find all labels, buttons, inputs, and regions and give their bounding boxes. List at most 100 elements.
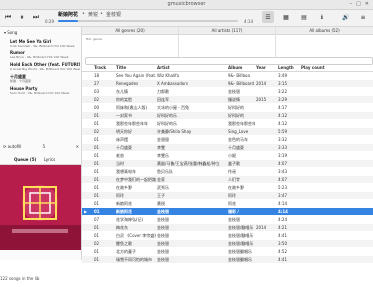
now-playing-artist[interactable]: 黄锐 [88, 11, 98, 18]
cell-length: 4:41 [278, 233, 287, 238]
table-row[interactable]: 01 我那些年那些年年 好科好的乐 我那些年那些年 4:12 [82, 120, 373, 127]
cell-title: See You Again (feat. Ch [116, 73, 156, 78]
cell-album: 金枝银翻唱乐 [228, 257, 252, 262]
table-row[interactable]: 01 在故乡野 武秀乐 在故乡野 5:23 [82, 184, 373, 191]
table-row[interactable]: 01 床声摆 金银银 金色的马车 3:32 [82, 136, 373, 143]
cell-album: 作谣 [228, 169, 236, 174]
cell-track: 01 [94, 177, 100, 182]
cell-artist: 金枝银 [157, 241, 169, 246]
table-row[interactable]: 01 梅花东 金枝银 金枝银/翻唱乐 2014 4:21 [82, 224, 373, 231]
table-row[interactable]: 01 老爸 李雯乐 小妮 3:19 [82, 152, 373, 159]
queue-item[interactable]: House Party Sam Hunt - 9&- Billboard Hot… [10, 86, 80, 96]
cell-track: 01 [94, 113, 100, 118]
volume-icon[interactable]: 🔊 [340, 11, 352, 23]
col-track[interactable]: Track [94, 65, 106, 70]
menu-icon[interactable]: ≡ [357, 11, 369, 23]
artist-pane[interactable]: All artists (117) [179, 27, 276, 57]
table-row[interactable]: ▶ 01 新娘阿花 金枝银 福彩 / 4:14 [82, 208, 373, 215]
table-row[interactable]: 01 新娘阿花 黄锐 阿花 4:14 [82, 200, 373, 207]
col-artist[interactable]: Artist [157, 65, 170, 70]
cell-album: 盒子歌 [228, 161, 240, 166]
col-year[interactable]: Year [256, 65, 266, 70]
col-album[interactable]: Album [228, 65, 242, 70]
cell-artist: 李雯乐 [157, 153, 169, 158]
pause-icon[interactable]: ⏸ [17, 12, 27, 22]
cell-year: 2014 [256, 225, 267, 230]
next-icon[interactable]: ⏭ [31, 12, 41, 22]
table-row[interactable]: 03 东儿情 刀郎歌 金枝银 3:22 [82, 88, 373, 95]
details-view-icon[interactable]: ▤ [298, 11, 310, 23]
autofill-dropdown[interactable]: autofill [8, 144, 22, 149]
cell-artist: 刀郎歌 [157, 89, 169, 94]
close-icon[interactable]: ✕ [365, 0, 369, 9]
table-row[interactable]: 01 十月盛夏 李雯 十月盛夏 3:33 [82, 144, 373, 151]
maximize-icon[interactable]: □ [356, 0, 361, 9]
info-icon[interactable]: ℹ [316, 11, 328, 23]
cell-length: 4:24 [278, 217, 287, 222]
tab-queue[interactable]: Queue (5) [14, 157, 36, 162]
col-playcount[interactable]: Play count [301, 65, 325, 70]
now-playing-album[interactable]: 金枝银 [106, 11, 121, 18]
cell-length: 3:47 [278, 193, 287, 198]
cell-track: 01 [94, 153, 100, 158]
cell-title: 我想乘电车 [116, 169, 136, 174]
cell-track: 01 [94, 249, 100, 254]
cell-artist: Wiz Khalifa [157, 73, 180, 78]
table-row[interactable]: 18 See You Again (feat. ChWiz Khalifa 9&- … [82, 72, 373, 79]
clear-queue-icon[interactable]: ✕ [76, 144, 79, 149]
cell-length: 3:33 [278, 145, 287, 150]
queue-item[interactable]: Hold Each Other (feat. FUTURISTIC) A Gre… [10, 62, 80, 72]
list-view-icon[interactable]: ☰ [262, 11, 274, 23]
cell-track: 27 [94, 81, 100, 86]
autofill-count[interactable]: 5 [43, 144, 46, 149]
table-row[interactable]: 01 白灵 《Cover 李宗盛》 金枝银 金枝银/翻唱乐 4:41 [82, 232, 373, 239]
cell-length: 3:49 [278, 73, 287, 78]
cell-artist: 田连军 [157, 97, 169, 102]
cell-length: 4:07 [278, 161, 287, 166]
table-row[interactable]: 07 花学海婷弘(记) 金枝银 金枝银 4:24 [82, 216, 373, 223]
queue-item[interactable]: Rumor Lee Brice - 9&- Billboard Hot 100 … [10, 50, 80, 60]
grid-view-icon[interactable]: ▦ [280, 11, 292, 23]
tab-lyrics[interactable]: Lyrics [44, 157, 55, 162]
table-row[interactable]: 01 一封家书 好科好的乐 好科好的 4:12 [82, 112, 373, 119]
cell-length: 4:52 [278, 249, 287, 254]
table-row[interactable]: 02 鲤鱼之歌 金枝银 金枝银/翻唱乐 3:50 [82, 240, 373, 247]
window-controls: – □ ✕ [350, 0, 369, 9]
cell-track: 02 [94, 97, 100, 102]
now-playing-title: 新娘阿花 [58, 12, 79, 18]
cell-album: 人们廿 [228, 177, 240, 182]
library-count: 122 songs in the lib [0, 276, 40, 281]
table-row[interactable]: 00 阿妹和(邀山人版) 大冰的小屋 - 百兔 好科好的 4:17 [82, 104, 373, 111]
table-row[interactable]: 02 明天你好 许美静/Shila Shay Sing_Love 5:59 [82, 128, 373, 135]
progress-bar[interactable] [58, 20, 238, 22]
cell-album: 金枝银翻唱乐 [228, 249, 252, 254]
cell-artist: 武秀乐 [157, 185, 169, 190]
col-length[interactable]: Length [278, 65, 294, 70]
cell-album: 在故乡野 [228, 185, 244, 190]
queue-item[interactable]: Let Me See Ya Girl Cole Swindell - 9&- B… [10, 39, 80, 49]
previous-icon[interactable]: ⏮ [3, 12, 13, 22]
album-pane[interactable]: All albums (52) [276, 27, 373, 57]
cell-artist: 李雯 [157, 145, 165, 150]
playing-icon: ▶ [84, 209, 88, 214]
col-title[interactable]: Title [116, 65, 126, 70]
table-row[interactable]: 02 你的笑脸 田连军 慢说情 2015 3:29 [82, 96, 373, 103]
cell-album: Sing_Love [228, 129, 249, 134]
queue-item[interactable]: 十月盛夏 新疆 - 十月盛夏 [10, 74, 80, 84]
minimize-icon[interactable]: – [350, 0, 353, 9]
table-row[interactable]: 01 我想乘电车 鱼贝乐队 作谣 3:43 [82, 168, 373, 175]
table-row[interactable]: 01 当时 黄副/马鲁/王宝燕/张重/韩鑫松/钟立 盒子歌 4:07 [82, 160, 373, 167]
genre-pane[interactable]: All genres (20) Hm: genre [82, 27, 179, 57]
table-row[interactable]: 27 Renegades X Ambassadors 9&- Billboard 201… [82, 80, 373, 87]
artist-pane-header[interactable]: All artists (117) [179, 27, 275, 35]
cell-title: 新娘阿花 [116, 209, 132, 214]
cell-track: 01 [94, 201, 100, 206]
genre-pane-header[interactable]: All genres (20) [82, 27, 178, 35]
cell-length: 4:07 [278, 177, 287, 182]
table-row[interactable]: 01 在梦中我们的一起把路 金家 人们廿 4:07 [82, 176, 373, 183]
cell-title: 老爸 [116, 153, 124, 158]
cell-length: 3:32 [278, 137, 287, 142]
table-row[interactable]: 01 阿玲 王子 阿玲 3:47 [82, 192, 373, 199]
album-pane-header[interactable]: All albums (52) [276, 27, 373, 35]
table-row[interactable]: 01 北方的童子 金枝银 金枝银翻唱乐 4:52 [82, 248, 373, 255]
